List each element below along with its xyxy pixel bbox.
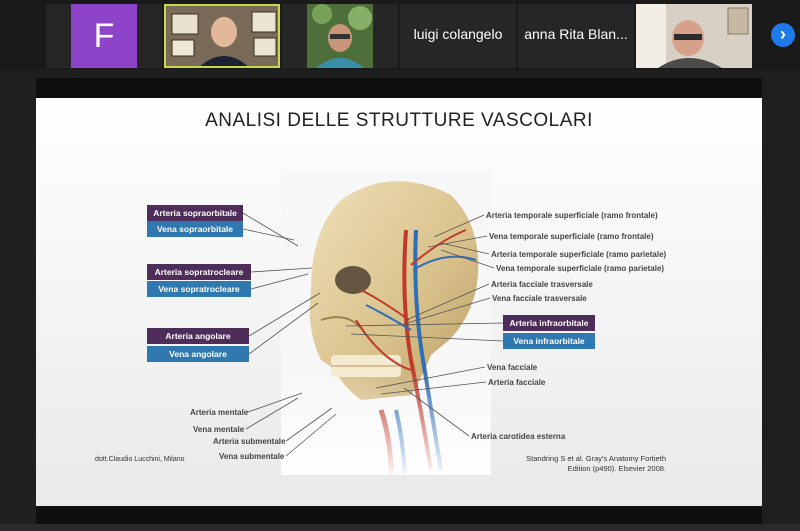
participant-tile-video[interactable] (636, 4, 752, 68)
speaker-video (166, 6, 278, 66)
credit-text: dott.Claudio Lucchini, Milano (95, 456, 185, 463)
next-participants-button[interactable]: › (771, 23, 795, 47)
participant-name: anna Rita Blan... (524, 26, 628, 42)
participant-tile-initial[interactable]: F (46, 4, 162, 68)
slide: ANALISI DELLE STRUTTURE VASCOLARI Arteri… (36, 98, 762, 506)
avatar-initial: F (71, 4, 137, 68)
reference-line-1: Standring S et al. Gray's Anatomy Fortie… (526, 454, 666, 463)
participant-tile-speaker[interactable] (164, 4, 280, 68)
reference-line-2: Edition (p490). Elsevier 2008. (567, 464, 666, 473)
participant-video-2 (636, 4, 752, 68)
participant-video (282, 4, 398, 68)
participant-tile-video[interactable] (282, 4, 398, 68)
participant-tile-name[interactable]: luigi colangelo (400, 4, 516, 68)
participant-tile-name[interactable]: anna Rita Blan... (518, 4, 634, 68)
participant-strip: F luigi colangelo anna Rita Blan... › (0, 0, 800, 70)
chevron-right-icon: › (780, 24, 786, 44)
leader-lines (242, 212, 504, 457)
bottom-bar (0, 524, 800, 531)
participant-name: luigi colangelo (413, 26, 503, 42)
